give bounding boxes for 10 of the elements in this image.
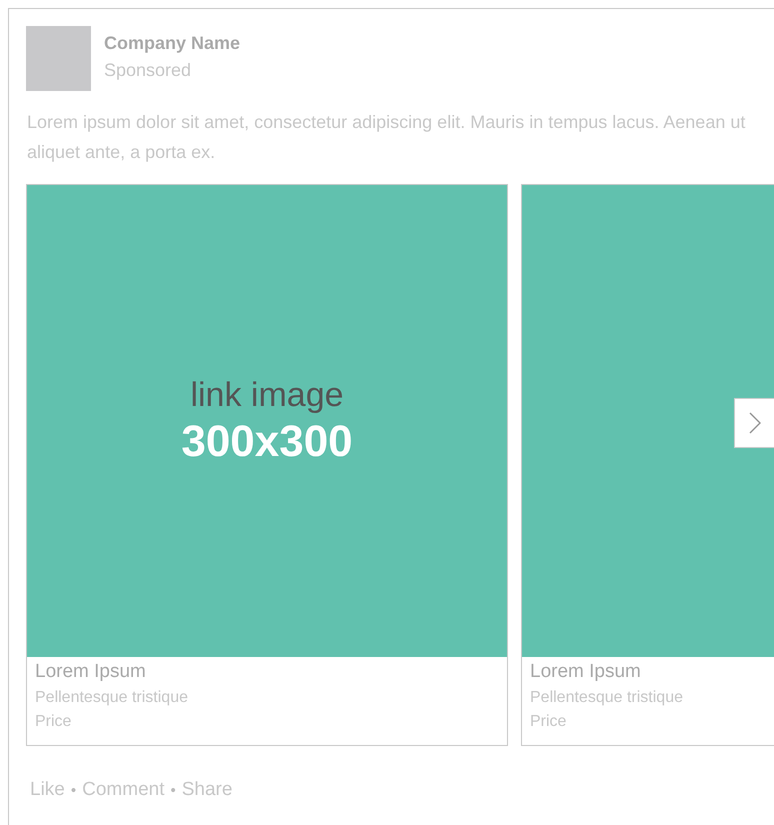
chevron-right-icon (748, 412, 760, 434)
company-name[interactable]: Company Name (104, 33, 240, 54)
image-caption: link image (190, 376, 344, 414)
avatar (26, 26, 91, 91)
next-button[interactable] (734, 398, 774, 448)
card-title: Lorem Ipsum (35, 661, 147, 683)
separator-dot: • (170, 782, 176, 798)
image-size: 300x300 (181, 416, 353, 466)
card-title: Lorem Ipsum (530, 661, 642, 683)
separator-dot: • (70, 782, 76, 798)
